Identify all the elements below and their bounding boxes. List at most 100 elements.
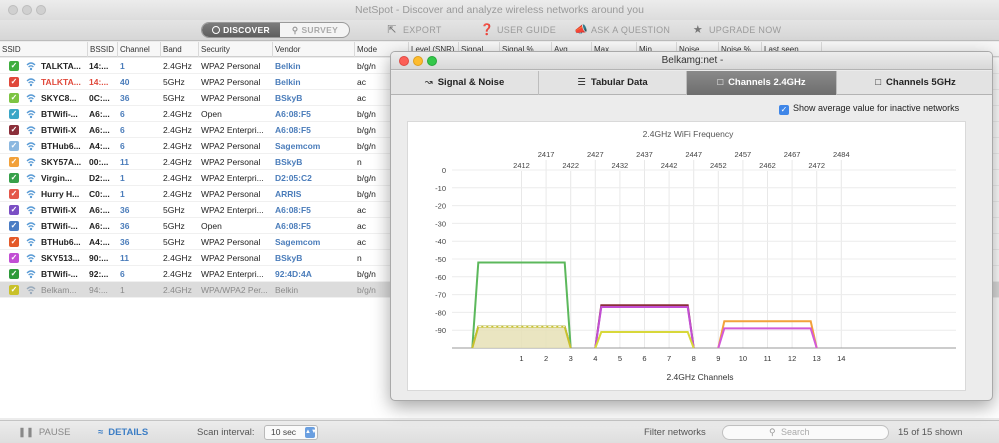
export-button[interactable]: ⇱ EXPORT <box>386 23 442 38</box>
network-visibility-checkbox[interactable]: ✓ <box>9 77 19 87</box>
close-window-button[interactable] <box>8 5 18 15</box>
pause-button[interactable]: ❚❚ PAUSE <box>18 425 70 440</box>
channel-tick-label: 8 <box>692 354 696 363</box>
user-guide-button[interactable]: ❓ USER GUIDE <box>480 23 556 38</box>
vendor-cell: BSkyB <box>275 157 303 167</box>
bssid-cell: 92:... <box>89 269 109 279</box>
channel-tick-label: 9 <box>716 354 720 363</box>
channel-tick-label: 6 <box>642 354 646 363</box>
scan-interval-select[interactable]: 10 sec ▲▼ <box>264 425 318 440</box>
vendor-cell: BSkyB <box>275 253 303 263</box>
network-visibility-checkbox[interactable]: ✓ <box>9 173 19 183</box>
channel-icon: □ <box>875 77 882 88</box>
dialog-title-bar: Belkamg:net - <box>391 52 992 70</box>
tab-channels-5ghz[interactable]: □ Channels 5GHz <box>837 71 992 95</box>
channel-tick-label: 5 <box>618 354 622 363</box>
channel-cell: 6 <box>120 141 125 151</box>
tab-signal-noise[interactable]: ↝ Signal & Noise <box>391 71 539 95</box>
security-cell: Open <box>201 109 222 119</box>
band-cell: 2.4GHz <box>163 157 192 167</box>
ssid-cell: BTWifi-... <box>41 269 78 279</box>
network-visibility-checkbox[interactable]: ✓ <box>9 109 19 119</box>
tab-channels-5ghz-label: Channels 5GHz <box>886 77 956 88</box>
mode-cell: ac <box>357 237 366 247</box>
wifi-signal-icon <box>26 94 36 103</box>
column-header[interactable]: Band <box>161 42 199 57</box>
column-header[interactable]: BSSID <box>88 42 118 57</box>
channel-cell: 6 <box>120 125 125 135</box>
ssid-cell: Virgin... <box>41 173 73 183</box>
search-placeholder: Search <box>781 427 810 437</box>
security-cell: WPA2 Enterpri... <box>201 173 264 183</box>
vendor-cell: A6:08:F5 <box>275 221 311 231</box>
column-header[interactable]: Vendor <box>273 42 355 57</box>
zoom-window-button[interactable] <box>36 5 46 15</box>
search-input[interactable]: ⚲ Search <box>722 425 889 440</box>
mode-cell: b/g/n <box>357 61 376 71</box>
network-visibility-checkbox[interactable]: ✓ <box>9 237 19 247</box>
show-average-label: Show average value for inactive networks <box>793 103 960 113</box>
network-visibility-checkbox[interactable]: ✓ <box>9 157 19 167</box>
vendor-cell: A6:08:F5 <box>275 109 311 119</box>
security-cell: WPA2 Personal <box>201 93 261 103</box>
column-header[interactable]: SSID <box>0 42 88 57</box>
network-visibility-checkbox[interactable]: ✓ <box>9 253 19 263</box>
dialog-zoom-button[interactable] <box>427 56 437 66</box>
frequency-tick-label: 2422 <box>562 161 579 170</box>
show-average-checkbox[interactable]: ✓ Show average value for inactive network… <box>779 102 960 115</box>
details-label: DETAILS <box>108 427 149 438</box>
frequency-tick-label: 2442 <box>661 161 678 170</box>
network-visibility-checkbox[interactable]: ✓ <box>9 61 19 71</box>
dialog-close-button[interactable] <box>399 56 409 66</box>
network-visibility-checkbox[interactable]: ✓ <box>9 141 19 151</box>
bssid-cell: A6:... <box>89 125 110 135</box>
column-header[interactable]: Security <box>199 42 273 57</box>
mode-cell: b/g/n <box>357 141 376 151</box>
tab-tabular-data[interactable]: ☰ Tabular Data <box>539 71 687 95</box>
column-header[interactable]: Channel <box>118 42 161 57</box>
security-cell: WPA2 Personal <box>201 61 261 71</box>
minimize-window-button[interactable] <box>22 5 32 15</box>
channel-cell: 11 <box>120 253 129 263</box>
network-visibility-checkbox[interactable]: ✓ <box>9 205 19 215</box>
network-visibility-checkbox[interactable]: ✓ <box>9 93 19 103</box>
network-visibility-checkbox[interactable]: ✓ <box>9 269 19 279</box>
ask-question-button[interactable]: 📣 ASK A QUESTION <box>574 23 670 38</box>
network-visibility-checkbox[interactable]: ✓ <box>9 285 19 295</box>
vendor-cell: Sagemcom <box>275 141 321 151</box>
vendor-cell: Belkin <box>275 61 301 71</box>
channel-tick-label: 14 <box>837 354 845 363</box>
tab-channels-24ghz[interactable]: □ Channels 2.4GHz <box>687 71 837 95</box>
band-cell: 2.4GHz <box>163 269 192 279</box>
channel-icon: □ <box>717 77 724 88</box>
vendor-cell: Belkin <box>275 77 301 87</box>
ssid-cell: BTWifi-... <box>41 109 78 119</box>
wifi-signal-icon <box>26 126 36 135</box>
pause-icon: ❚❚ <box>18 427 34 438</box>
ssid-cell: BTWifi-X <box>41 205 77 215</box>
toolbar: DISCOVER ⚲ SURVEY ⇱ EXPORT ❓ USER GUIDE 📣 AS… <box>0 20 999 41</box>
tab-tabular-data-label: Tabular Data <box>590 77 648 88</box>
band-cell: 2.4GHz <box>163 61 192 71</box>
network-visibility-checkbox[interactable]: ✓ <box>9 189 19 199</box>
discover-button[interactable]: DISCOVER <box>202 23 280 37</box>
mode-cell: b/g/n <box>357 173 376 183</box>
channel-cell: 36 <box>120 93 130 103</box>
ssid-cell: Belkam... <box>41 285 77 295</box>
security-cell: WPA2 Personal <box>201 141 261 151</box>
vendor-cell: BSkyB <box>275 93 303 103</box>
vendor-cell: D2:05:C2 <box>275 173 312 183</box>
network-visibility-checkbox[interactable]: ✓ <box>9 221 19 231</box>
channel-cell: 40 <box>120 77 130 87</box>
dialog-minimize-button[interactable] <box>413 56 423 66</box>
frequency-tick-label: 2457 <box>735 150 752 159</box>
network-visibility-checkbox[interactable]: ✓ <box>9 125 19 135</box>
map-pin-icon: ⚲ <box>291 25 299 35</box>
upgrade-button[interactable]: ★ UPGRADE NOW <box>692 23 781 38</box>
frequency-tick-label: 2427 <box>587 150 604 159</box>
vendor-cell: Sagemcom <box>275 237 321 247</box>
survey-button[interactable]: ⚲ SURVEY <box>281 23 349 37</box>
dialog-tabs: ↝ Signal & Noise ☰ Tabular Data □ Channels … <box>391 71 992 95</box>
frequency-tick-label: 2484 <box>833 150 850 159</box>
details-button[interactable]: ≈ DETAILS <box>98 425 148 440</box>
